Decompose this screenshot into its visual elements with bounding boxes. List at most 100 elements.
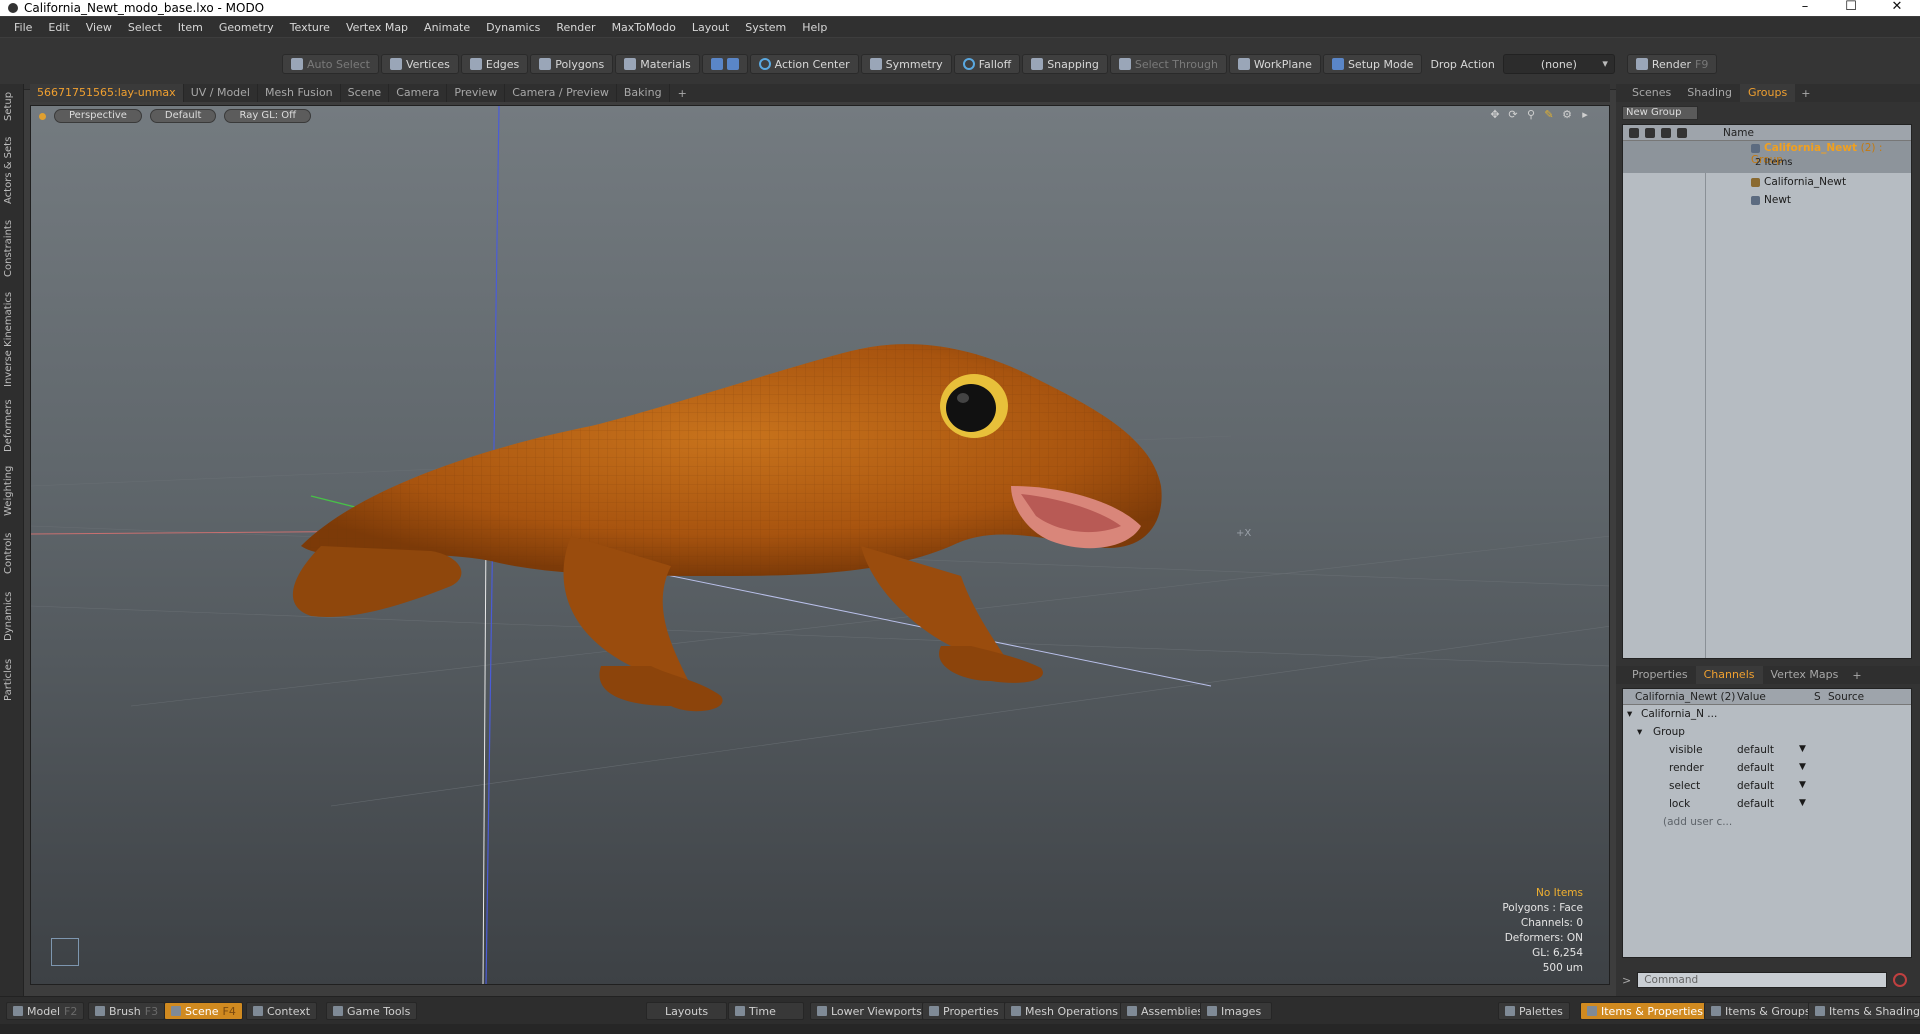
render-toggle-icon[interactable]	[1645, 127, 1655, 138]
tab-actors-sets[interactable]: Actors & Sets	[3, 134, 19, 206]
symmetry-button[interactable]: Symmetry	[860, 54, 952, 74]
tab-channels[interactable]: Channels	[1695, 666, 1763, 684]
menu-select[interactable]: Select	[120, 21, 170, 34]
tab-dynamics[interactable]: Dynamics	[3, 588, 19, 644]
channel-row[interactable]: render default ▼	[1623, 759, 1911, 777]
tab-particles[interactable]: Particles	[3, 654, 19, 706]
add-props-tab-icon[interactable]: +	[1846, 669, 1867, 682]
menu-animate[interactable]: Animate	[416, 21, 478, 34]
menu-dynamics[interactable]: Dynamics	[478, 21, 548, 34]
properties-button[interactable]: Properties	[922, 1002, 1006, 1020]
menu-help[interactable]: Help	[794, 21, 835, 34]
tab-vertex-maps[interactable]: Vertex Maps	[1763, 666, 1847, 684]
tab-weighting[interactable]: Weighting	[3, 464, 19, 518]
channel-value[interactable]: default	[1737, 780, 1774, 792]
channel-row[interactable]: lock default ▼	[1623, 795, 1911, 813]
menu-system[interactable]: System	[737, 21, 794, 34]
command-input[interactable]: Command	[1637, 972, 1888, 988]
tab-properties[interactable]: Properties	[1624, 666, 1696, 684]
context-button[interactable]: Context	[246, 1002, 318, 1020]
time-button[interactable]: Time	[728, 1002, 804, 1020]
channel-value[interactable]: default	[1737, 798, 1774, 810]
channel-row[interactable]: select default ▼	[1623, 777, 1911, 795]
action-center-button[interactable]: Action Center	[749, 54, 859, 74]
drop-action-select[interactable]: (none)	[1502, 54, 1615, 74]
snapping-button[interactable]: Snapping	[1022, 54, 1108, 74]
channel-value[interactable]: default	[1737, 744, 1774, 756]
menu-file[interactable]: File	[6, 21, 40, 34]
channel-root-row[interactable]: ▾ California_N ...	[1623, 705, 1911, 723]
lock-icon[interactable]	[1677, 127, 1687, 138]
tab-setup[interactable]: Setup	[3, 90, 19, 122]
new-group-button[interactable]: New Group	[1622, 106, 1698, 120]
tab-deformers[interactable]: Deformers	[3, 398, 19, 454]
items-groups-button[interactable]: Items & Groups	[1704, 1002, 1818, 1020]
item-mode-button[interactable]	[701, 54, 748, 74]
model-layout-button[interactable]: Model F2	[6, 1002, 85, 1020]
brush-layout-button[interactable]: Brush F3	[88, 1002, 166, 1020]
tab-scenes[interactable]: Scenes	[1624, 84, 1679, 102]
dropdown-arrow-icon[interactable]: ▼	[1799, 744, 1806, 754]
dropdown-arrow-icon[interactable]: ▼	[1799, 780, 1806, 790]
select-through-button[interactable]: Select Through	[1109, 54, 1227, 74]
render-button[interactable]: Render F9	[1626, 54, 1718, 74]
orientation-cube-icon[interactable]	[51, 938, 79, 966]
palettes-button[interactable]: Palettes	[1498, 1002, 1570, 1020]
game-tools-button[interactable]: Game Tools	[326, 1002, 418, 1020]
channel-group-row[interactable]: ▾ Group	[1623, 723, 1911, 741]
materials-button[interactable]: Materials	[615, 54, 700, 74]
items-properties-button[interactable]: Items & Properties	[1580, 1002, 1710, 1020]
collapse-arrow-icon[interactable]: ▾	[1637, 726, 1642, 738]
tab-mesh-fusion[interactable]: Mesh Fusion	[258, 84, 341, 102]
tab-controls[interactable]: Controls	[3, 528, 19, 578]
edges-button[interactable]: Edges	[460, 54, 529, 74]
eye-icon[interactable]	[1629, 127, 1639, 138]
menu-render[interactable]: Render	[548, 21, 603, 34]
tab-camera-preview[interactable]: Camera / Preview	[505, 84, 617, 102]
collapse-arrow-icon[interactable]: ▾	[1627, 708, 1632, 720]
menu-layout[interactable]: Layout	[684, 21, 737, 34]
menu-geometry[interactable]: Geometry	[211, 21, 282, 34]
minimize-icon[interactable]: –	[1782, 0, 1828, 16]
tree-row-item[interactable]: Newt	[1623, 191, 1911, 209]
setup-mode-button[interactable]: Setup Mode	[1322, 54, 1423, 74]
polygons-button[interactable]: Polygons	[530, 54, 614, 74]
dropdown-arrow-icon[interactable]: ▼	[1799, 762, 1806, 772]
tab-groups[interactable]: Groups	[1739, 84, 1796, 102]
tab-scene[interactable]: Scene	[341, 84, 390, 102]
add-tab-icon[interactable]: +	[670, 87, 695, 100]
menu-edit[interactable]: Edit	[40, 21, 77, 34]
select-toggle-icon[interactable]	[1661, 127, 1671, 138]
dropdown-arrow-icon[interactable]: ▼	[1799, 798, 1806, 808]
assemblies-button[interactable]: Assemblies	[1120, 1002, 1211, 1020]
tab-uv-model[interactable]: UV / Model	[184, 84, 258, 102]
auto-select-button[interactable]: Auto Select	[282, 54, 379, 74]
lower-viewports-button[interactable]: Lower Viewports	[810, 1002, 929, 1020]
mesh-operations-button[interactable]: Mesh Operations	[1004, 1002, 1125, 1020]
tab-inverse-kinematics[interactable]: Inverse Kinematics	[3, 290, 19, 388]
items-shading-button[interactable]: Items & Shading	[1808, 1002, 1920, 1020]
tab-constraints[interactable]: Constraints	[3, 218, 19, 278]
channel-row[interactable]: visible default ▼	[1623, 741, 1911, 759]
menu-view[interactable]: View	[78, 21, 120, 34]
menu-item[interactable]: Item	[170, 21, 211, 34]
close-icon[interactable]: ✕	[1874, 0, 1920, 16]
menu-vertex-map[interactable]: Vertex Map	[338, 21, 416, 34]
record-icon[interactable]	[1893, 973, 1908, 987]
workplane-button[interactable]: WorkPlane	[1228, 54, 1321, 74]
layouts-button[interactable]: Layouts	[646, 1002, 728, 1020]
add-user-channel-row[interactable]: (add user c...	[1623, 813, 1911, 831]
scene-layout-button[interactable]: Scene F4	[164, 1002, 243, 1020]
vertices-button[interactable]: Vertices	[380, 54, 459, 74]
tab-camera[interactable]: Camera	[389, 84, 448, 102]
tree-row-group[interactable]: California_Newt (2) : Group 2 Items	[1623, 141, 1911, 173]
menu-texture[interactable]: Texture	[282, 21, 338, 34]
images-button[interactable]: Images	[1200, 1002, 1272, 1020]
tree-row-item[interactable]: California_Newt	[1623, 173, 1911, 191]
add-panel-tab-icon[interactable]: +	[1795, 87, 1816, 100]
3d-viewport[interactable]: Perspective Default Ray GL: Off ✥ ⟳ ⚲ ✎ …	[30, 105, 1610, 985]
tab-baking[interactable]: Baking	[617, 84, 670, 102]
menu-maxtomodo[interactable]: MaxToModo	[604, 21, 684, 34]
tab-layout-unmax[interactable]: 56671751565:lay-unmax	[30, 84, 184, 102]
maximize-icon[interactable]: ☐	[1828, 0, 1874, 16]
